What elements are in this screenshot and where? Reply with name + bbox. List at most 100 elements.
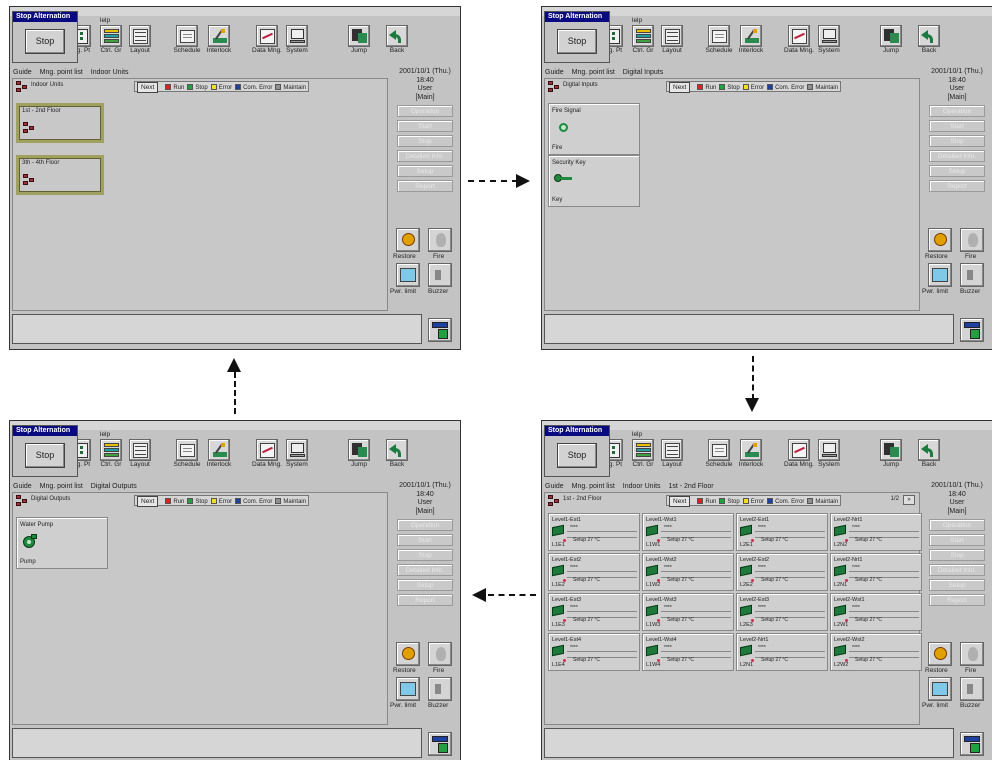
interlock-button[interactable]: Interlock [206,439,232,469]
screen-switch-button[interactable] [960,318,984,342]
fire-signal-card[interactable]: Fire Signal Fire [548,103,640,155]
start-button[interactable]: Start [929,120,985,132]
jump-button[interactable]: Jump [878,439,904,469]
start-button[interactable]: Start [397,120,453,132]
operation-button[interactable]: Operation [397,519,453,531]
jump-button[interactable]: Jump [346,25,372,55]
restore-button[interactable] [928,228,952,252]
pwr-limit-button[interactable] [396,263,420,287]
indoor-unit-card[interactable]: Level2-Nrt1 **** Setup 27 °C L2N2 [830,513,922,551]
start-button[interactable]: Start [397,534,453,546]
interlock-button[interactable]: Interlock [738,25,764,55]
buzzer-button[interactable] [960,263,984,287]
setup-button[interactable]: Setup [397,579,453,591]
indoor-unit-card[interactable]: Level2-Est1 **** Setup 27 °C L2E1 [736,513,828,551]
indoor-unit-card[interactable]: Level2-Est2 **** Setup 27 °C L2E2 [736,553,828,591]
menu-help[interactable]: lelp [632,431,642,438]
menu-help[interactable]: lelp [632,17,642,24]
tab-mng-point-list[interactable]: Mng. point list [572,69,615,76]
layout-button[interactable]: Layout [127,439,153,469]
setup-button[interactable]: Setup [929,165,985,177]
menu-help[interactable]: lelp [100,431,110,438]
indoor-unit-card[interactable]: Level1-Est3 **** Setup 27 °C L1E3 [548,593,640,631]
restore-button[interactable] [396,228,420,252]
system-button[interactable]: System [816,439,842,469]
stop-button[interactable]: Stop [25,443,65,468]
menu-help[interactable]: lelp [100,17,110,24]
indoor-unit-card[interactable]: Level1-Wst4 **** Setup 27 °C L1W4 [642,633,734,671]
tab-indoor-units[interactable]: Indoor Units [623,483,661,490]
indoor-unit-card[interactable]: Level1-Wst1 **** Setup 27 °C L1W1 [642,513,734,551]
setup-button[interactable]: Setup [929,579,985,591]
indoor-unit-card[interactable]: Level2-Nrt1 **** Setup 27 °C L2N1 [830,553,922,591]
group-1st-2nd-floor[interactable]: 1st - 2nd Floor [16,103,104,143]
report-button[interactable]: Report [397,594,453,606]
buzzer-button[interactable] [428,677,452,701]
tab-digital-inputs[interactable]: Digital Inputs [623,69,663,76]
indoor-unit-card[interactable]: Level2-Est3 **** Setup 27 °C L2E3 [736,593,828,631]
fire-button[interactable] [428,228,452,252]
tab-floor[interactable]: 1st - 2nd Floor [668,483,713,490]
tab-indoor-units[interactable]: Indoor Units [91,69,129,76]
tab-guide[interactable]: Guide [545,483,564,490]
detailed-info-button[interactable]: Detailed Info. [929,150,985,162]
screen-switch-button[interactable] [428,318,452,342]
tab-mng-point-list[interactable]: Mng. point list [40,483,83,490]
detailed-info-button[interactable]: Detailed Info. [397,150,453,162]
operation-button[interactable]: Operation [929,105,985,117]
detailed-info-button[interactable]: Detailed Info. [929,564,985,576]
water-pump-card[interactable]: Water Pump Pump [16,517,108,569]
security-key-card[interactable]: Security Key Key [548,155,640,207]
next-button[interactable]: Next [669,82,691,93]
stop-button[interactable]: Stop [397,135,453,147]
fire-button[interactable] [960,228,984,252]
indoor-unit-card[interactable]: Level2-Wst1 **** Setup 27 °C L2W1 [830,593,922,631]
indoor-unit-card[interactable]: Level2-Wst2 **** Setup 27 °C L2W2 [830,633,922,671]
group-3th-4th-floor[interactable]: 3th - 4th Floor [16,155,104,195]
layout-button[interactable]: Layout [659,439,685,469]
operation-button[interactable]: Operation [397,105,453,117]
back-button[interactable]: Back [916,25,942,55]
report-button[interactable]: Report [929,180,985,192]
restore-button[interactable] [928,642,952,666]
next-page-button[interactable]: » [903,495,915,505]
restore-button[interactable] [396,642,420,666]
report-button[interactable]: Report [397,180,453,192]
detailed-info-button[interactable]: Detailed Info. [397,564,453,576]
jump-button[interactable]: Jump [346,439,372,469]
tab-mng-point-list[interactable]: Mng. point list [572,483,615,490]
system-button[interactable]: System [284,25,310,55]
next-button[interactable]: Next [669,496,691,507]
indoor-unit-card[interactable]: Level1-Wst3 **** Setup 27 °C L1W3 [642,593,734,631]
fire-button[interactable] [960,642,984,666]
indoor-unit-card[interactable]: Level1-Wst2 **** Setup 27 °C L1W2 [642,553,734,591]
indoor-unit-card[interactable]: Level1-Est2 **** Setup 27 °C L1E2 [548,553,640,591]
indoor-unit-card[interactable]: Level2-Nrt1 **** Setup 27 °C L2N1 [736,633,828,671]
stop-button[interactable]: Stop [929,135,985,147]
system-button[interactable]: System [284,439,310,469]
fire-button[interactable] [428,642,452,666]
stop-button[interactable]: Stop [929,549,985,561]
stop-button[interactable]: Stop [397,549,453,561]
report-button[interactable]: Report [929,594,985,606]
indoor-unit-card[interactable]: Level1-Est1 **** Setup 27 °C L1E1 [548,513,640,551]
tab-guide[interactable]: Guide [545,69,564,76]
stop-button[interactable]: Stop [557,443,597,468]
buzzer-button[interactable] [960,677,984,701]
back-button[interactable]: Back [384,439,410,469]
next-button[interactable]: Next [137,82,159,93]
pwr-limit-button[interactable] [396,677,420,701]
screen-switch-button[interactable] [428,732,452,756]
back-button[interactable]: Back [384,25,410,55]
layout-button[interactable]: Layout [127,25,153,55]
system-button[interactable]: System [816,25,842,55]
jump-button[interactable]: Jump [878,25,904,55]
tab-mng-point-list[interactable]: Mng. point list [40,69,83,76]
interlock-button[interactable]: Interlock [738,439,764,469]
stop-button[interactable]: Stop [557,29,597,54]
start-button[interactable]: Start [929,534,985,546]
setup-button[interactable]: Setup [397,165,453,177]
pwr-limit-button[interactable] [928,677,952,701]
operation-button[interactable]: Operation [929,519,985,531]
indoor-unit-card[interactable]: Level1-Est4 **** Setup 27 °C L1E4 [548,633,640,671]
